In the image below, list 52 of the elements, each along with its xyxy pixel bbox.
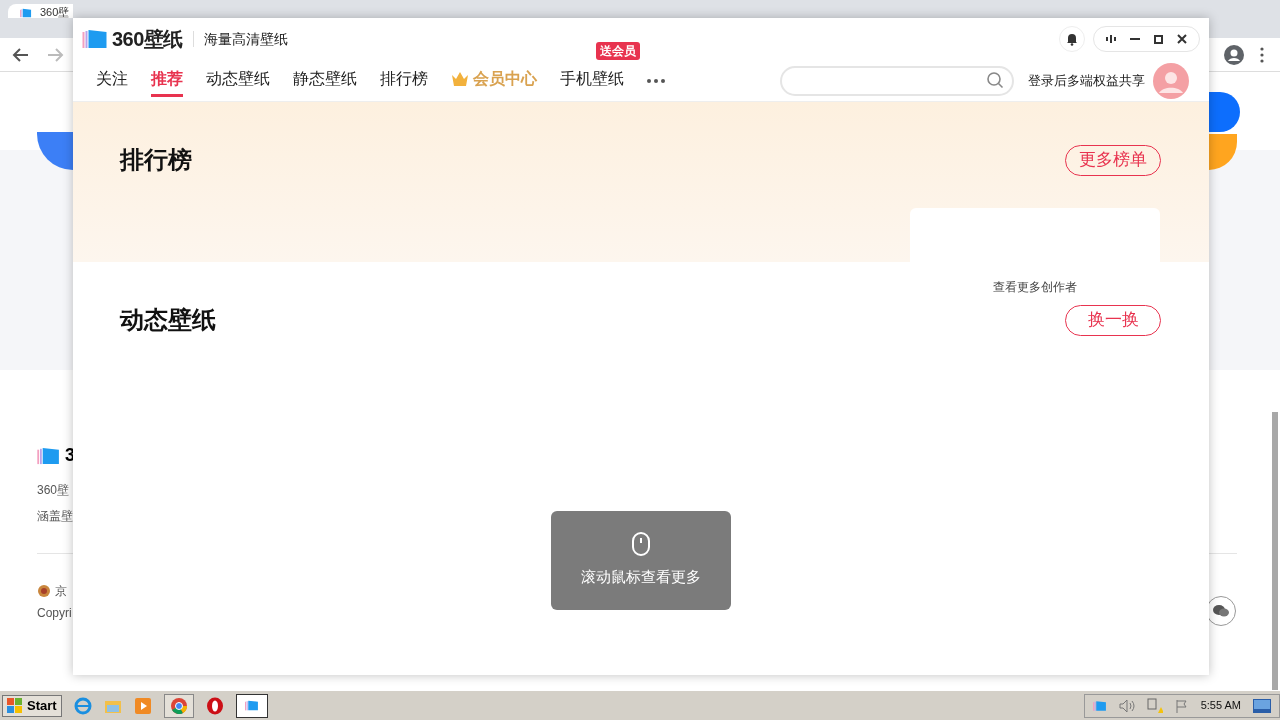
bell-icon bbox=[1066, 32, 1078, 46]
nav-tab[interactable]: 排行榜 bbox=[380, 64, 428, 97]
nav-tab[interactable]: 推荐 bbox=[151, 64, 183, 97]
logo-icon bbox=[1092, 699, 1107, 712]
clock: 5:55 AM bbox=[1200, 698, 1241, 714]
show-desktop-icon[interactable] bbox=[1253, 698, 1271, 713]
toast-text: 滚动鼠标查看更多 bbox=[581, 567, 701, 588]
section-title: 动态壁纸 bbox=[120, 305, 216, 335]
back-icon[interactable] bbox=[12, 45, 30, 64]
windows-logo-icon bbox=[7, 697, 23, 714]
login-prompt[interactable]: 登录后多端权益共享 bbox=[1028, 70, 1145, 91]
start-button[interactable]: Start bbox=[2, 694, 62, 717]
mouse-icon bbox=[632, 532, 650, 557]
nav-tab[interactable]: 手机壁纸 bbox=[560, 64, 624, 97]
nav-tab[interactable]: 关注 bbox=[96, 64, 128, 97]
chrome-icon bbox=[170, 697, 187, 714]
section-title: 排行榜 bbox=[120, 145, 192, 175]
search-field[interactable] bbox=[780, 65, 1014, 96]
footer-text: 涵盖壁 bbox=[37, 508, 74, 525]
nav-tab[interactable]: 静态壁纸 bbox=[293, 64, 357, 97]
brand-name: 360壁纸 bbox=[112, 27, 183, 52]
menu-icon[interactable] bbox=[1260, 46, 1264, 63]
media-player-icon[interactable] bbox=[133, 696, 152, 715]
search-icon[interactable] bbox=[987, 72, 1004, 89]
police-badge-icon bbox=[37, 584, 51, 598]
license-text: 京 bbox=[55, 583, 67, 600]
wechat-icon bbox=[1213, 605, 1229, 617]
opera-icon[interactable] bbox=[205, 696, 224, 715]
browser-icon[interactable] bbox=[73, 696, 92, 715]
close-icon[interactable] bbox=[1177, 34, 1187, 44]
header-button[interactable] bbox=[1209, 92, 1240, 132]
profile-icon[interactable] bbox=[1224, 44, 1244, 65]
speaker-icon[interactable] bbox=[1118, 698, 1135, 713]
logo-icon bbox=[37, 446, 61, 465]
logo-icon bbox=[244, 700, 259, 711]
maximize-icon[interactable] bbox=[1154, 34, 1163, 44]
wallpaper-taskbar-button[interactable] bbox=[235, 693, 268, 718]
slogan: 海量高清壁纸 bbox=[203, 29, 288, 49]
more-creators-link[interactable]: 查看更多创作者 bbox=[993, 278, 1077, 296]
equalizer-icon[interactable] bbox=[1106, 35, 1116, 43]
tab-title: 360壁 bbox=[40, 6, 70, 18]
chrome-taskbar-button[interactable] bbox=[163, 693, 194, 718]
nav-tab[interactable]: 动态壁纸 bbox=[206, 64, 270, 97]
flag-icon[interactable] bbox=[1174, 698, 1189, 713]
logo-icon bbox=[20, 8, 32, 18]
browser-tab[interactable]: 360壁 bbox=[8, 4, 73, 18]
copyright-text: Copyri bbox=[37, 605, 72, 622]
footer-text: 360壁 bbox=[37, 482, 71, 499]
promo-badge: 送会员 bbox=[596, 42, 640, 60]
more-icon[interactable] bbox=[647, 78, 665, 83]
crown-icon bbox=[451, 71, 469, 87]
logo-icon bbox=[82, 29, 109, 49]
